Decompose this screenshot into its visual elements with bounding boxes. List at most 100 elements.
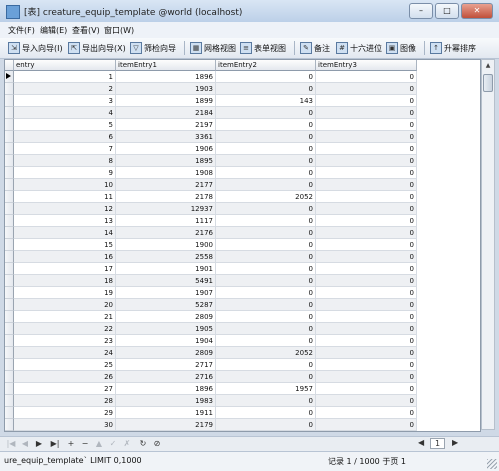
row-selector[interactable] xyxy=(5,395,14,407)
cell-itementry3[interactable]: 0 xyxy=(316,263,417,275)
cell-itementry1[interactable]: 12937 xyxy=(116,203,216,215)
cell-itementry2[interactable]: 0 xyxy=(216,263,316,275)
cell-itementry2[interactable]: 0 xyxy=(216,131,316,143)
cell-itementry1[interactable]: 1983 xyxy=(116,395,216,407)
cell-entry[interactable]: 6 xyxy=(14,131,116,143)
cell-itementry1[interactable]: 2809 xyxy=(116,311,216,323)
cell-itementry3[interactable]: 0 xyxy=(316,215,417,227)
cell-itementry1[interactable]: 5287 xyxy=(116,299,216,311)
apply-changes-icon[interactable]: ✓ xyxy=(108,439,118,448)
image-button[interactable]: ▣ 图像 xyxy=(386,41,416,55)
cell-itementry3[interactable]: 0 xyxy=(316,71,417,83)
cell-itementry3[interactable]: 0 xyxy=(316,359,417,371)
cell-itementry1[interactable]: 2558 xyxy=(116,251,216,263)
cell-itementry3[interactable]: 0 xyxy=(316,407,417,419)
cell-itementry3[interactable]: 0 xyxy=(316,335,417,347)
row-selector[interactable] xyxy=(5,107,14,119)
add-record-icon[interactable]: + xyxy=(66,439,76,448)
cell-itementry2[interactable]: 0 xyxy=(216,359,316,371)
cell-entry[interactable]: 25 xyxy=(14,359,116,371)
row-selector[interactable] xyxy=(5,323,14,335)
cell-itementry2[interactable]: 143 xyxy=(216,95,316,107)
cell-entry[interactable]: 23 xyxy=(14,335,116,347)
row-selector[interactable] xyxy=(5,227,14,239)
row-selector[interactable] xyxy=(5,155,14,167)
cell-entry[interactable]: 19 xyxy=(14,287,116,299)
row-selector[interactable] xyxy=(5,383,14,395)
row-selector[interactable] xyxy=(5,95,14,107)
row-selector[interactable] xyxy=(5,311,14,323)
row-selector[interactable] xyxy=(5,119,14,131)
cell-itementry3[interactable]: 0 xyxy=(316,239,417,251)
cell-itementry1[interactable]: 1907 xyxy=(116,287,216,299)
scroll-up-icon[interactable]: ▲ xyxy=(482,60,494,72)
cell-itementry1[interactable]: 1906 xyxy=(116,143,216,155)
cell-itementry3[interactable]: 0 xyxy=(316,107,417,119)
cell-itementry1[interactable]: 1896 xyxy=(116,383,216,395)
scroll-thumb[interactable] xyxy=(483,74,493,92)
page-prev-icon[interactable]: ◀ xyxy=(418,438,424,447)
cell-itementry2[interactable]: 0 xyxy=(216,215,316,227)
minimize-button[interactable]: – xyxy=(409,3,433,19)
cell-itementry2[interactable]: 2052 xyxy=(216,191,316,203)
cell-itementry1[interactable]: 1117 xyxy=(116,215,216,227)
maximize-button[interactable]: □ xyxy=(435,3,459,19)
row-selector[interactable] xyxy=(5,179,14,191)
import-wizard-button[interactable]: ⇲ 导入向导(I) xyxy=(8,41,63,55)
cell-itementry3[interactable]: 0 xyxy=(316,227,417,239)
form-view-button[interactable]: ≡ 表单视图 xyxy=(240,41,286,55)
cell-entry[interactable]: 22 xyxy=(14,323,116,335)
cell-entry[interactable]: 18 xyxy=(14,275,116,287)
cell-entry[interactable]: 21 xyxy=(14,311,116,323)
first-record-icon[interactable]: |◀ xyxy=(6,439,16,448)
cell-itementry1[interactable]: 1903 xyxy=(116,83,216,95)
cell-itementry2[interactable]: 0 xyxy=(216,287,316,299)
next-record-icon[interactable]: ▶ xyxy=(34,439,44,448)
cell-itementry2[interactable]: 0 xyxy=(216,275,316,287)
cell-itementry3[interactable]: 0 xyxy=(316,131,417,143)
cell-itementry2[interactable]: 0 xyxy=(216,107,316,119)
cell-itementry3[interactable]: 0 xyxy=(316,143,417,155)
row-selector[interactable] xyxy=(5,287,14,299)
cell-itementry1[interactable]: 2197 xyxy=(116,119,216,131)
cell-itementry2[interactable]: 1957 xyxy=(216,383,316,395)
cell-itementry3[interactable]: 0 xyxy=(316,203,417,215)
cell-itementry1[interactable]: 1899 xyxy=(116,95,216,107)
sort-asc-button[interactable]: ↑ 升幂排序 xyxy=(430,41,476,55)
row-selector[interactable] xyxy=(5,71,14,83)
discard-changes-icon[interactable]: ✗ xyxy=(122,439,132,448)
cell-entry[interactable]: 4 xyxy=(14,107,116,119)
cell-itementry3[interactable]: 0 xyxy=(316,251,417,263)
cell-itementry1[interactable]: 1901 xyxy=(116,263,216,275)
cell-entry[interactable]: 8 xyxy=(14,155,116,167)
row-selector[interactable] xyxy=(5,215,14,227)
menu-edit[interactable]: 编辑(E) xyxy=(40,25,67,36)
menu-file[interactable]: 文件(F) xyxy=(8,25,35,36)
cell-itementry2[interactable]: 0 xyxy=(216,407,316,419)
cell-itementry3[interactable]: 0 xyxy=(316,347,417,359)
cell-itementry1[interactable]: 1905 xyxy=(116,323,216,335)
cell-itementry3[interactable]: 0 xyxy=(316,311,417,323)
cell-itementry1[interactable]: 2178 xyxy=(116,191,216,203)
page-number-field[interactable]: 1 xyxy=(430,438,446,449)
filter-wizard-button[interactable]: ▽ 筛检向导 xyxy=(130,41,176,55)
cell-itementry2[interactable]: 0 xyxy=(216,179,316,191)
cell-itementry2[interactable]: 0 xyxy=(216,227,316,239)
cell-itementry1[interactable]: 1911 xyxy=(116,407,216,419)
cell-itementry1[interactable]: 3361 xyxy=(116,131,216,143)
cell-itementry2[interactable]: 0 xyxy=(216,323,316,335)
cell-itementry1[interactable]: 1896 xyxy=(116,71,216,83)
row-selector[interactable] xyxy=(5,407,14,419)
cell-itementry1[interactable]: 5491 xyxy=(116,275,216,287)
stop-icon[interactable]: ⊘ xyxy=(152,439,162,448)
cell-itementry2[interactable]: 0 xyxy=(216,155,316,167)
cell-entry[interactable]: 28 xyxy=(14,395,116,407)
cell-itementry1[interactable]: 2716 xyxy=(116,371,216,383)
cell-itementry2[interactable]: 0 xyxy=(216,371,316,383)
cell-itementry1[interactable]: 2717 xyxy=(116,359,216,371)
cell-itementry3[interactable]: 0 xyxy=(316,419,417,431)
cell-itementry3[interactable]: 0 xyxy=(316,83,417,95)
cell-itementry3[interactable]: 0 xyxy=(316,383,417,395)
cell-itementry2[interactable]: 0 xyxy=(216,335,316,347)
row-selector[interactable] xyxy=(5,191,14,203)
